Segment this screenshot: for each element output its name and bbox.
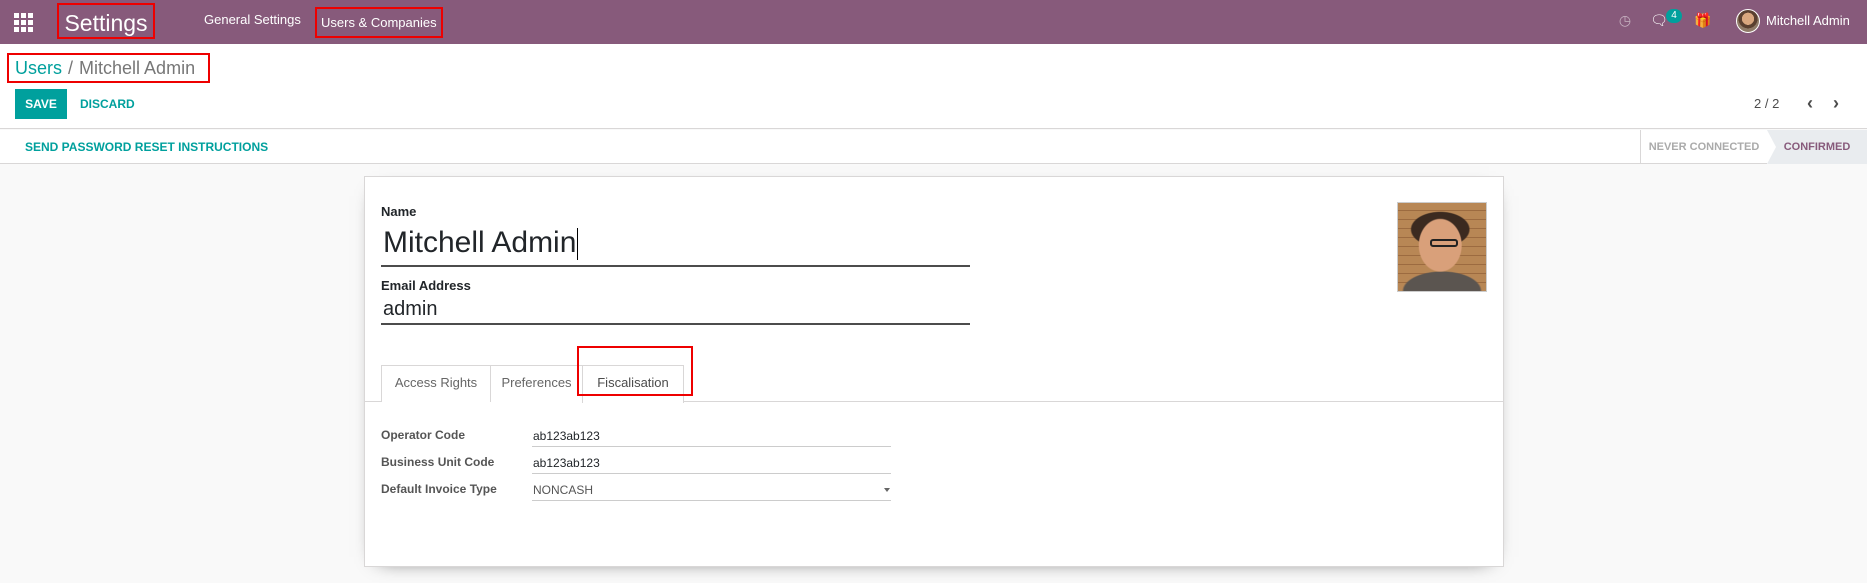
stage-never-connected[interactable]: NEVER CONNECTED [1640, 130, 1767, 164]
pager-next-icon[interactable]: › [1826, 93, 1846, 113]
chat-count-badge: 4 [1666, 9, 1682, 23]
menu-users-companies[interactable]: Users & Companies [315, 7, 443, 38]
apps-grid-icon[interactable] [12, 11, 34, 33]
business-unit-code-label: Business Unit Code [381, 455, 495, 469]
app-brand[interactable]: Settings [57, 3, 155, 39]
name-input[interactable]: Mitchell Admin [381, 223, 970, 267]
top-navbar: Settings General Settings Users & Compan… [0, 0, 1867, 44]
discard-button[interactable]: DISCARD [80, 89, 135, 119]
form-sheet: Name Mitchell Admin Email Address admin … [364, 176, 1504, 567]
name-label: Name [381, 204, 417, 219]
breadcrumb-users-link[interactable]: Users [15, 58, 62, 78]
control-panel: Users / Mitchell Admin SAVE DISCARD 2 / 2 … [0, 44, 1867, 129]
dropdown-caret-icon [884, 488, 890, 492]
gift-icon[interactable]: 🎁 [1693, 10, 1713, 30]
activity-clock-icon[interactable]: ◷ [1615, 10, 1635, 30]
pager-value[interactable]: 2 / 2 [1754, 96, 1779, 111]
operator-code-input[interactable]: ab123ab123 [532, 427, 891, 447]
email-label: Email Address [381, 278, 471, 293]
form-statusbar: SEND PASSWORD RESET INSTRUCTIONS NEVER C… [0, 130, 1867, 164]
save-button[interactable]: SAVE [15, 89, 67, 119]
breadcrumb-separator: / [68, 58, 74, 78]
stage-confirmed[interactable]: CONFIRMED [1767, 130, 1867, 164]
default-invoice-type-label: Default Invoice Type [381, 482, 497, 496]
default-invoice-type-select[interactable]: NONCASH [532, 481, 891, 501]
business-unit-code-input[interactable]: ab123ab123 [532, 454, 891, 474]
photo-glasses [1430, 239, 1458, 247]
breadcrumb-current: Mitchell Admin [79, 58, 196, 78]
operator-code-label: Operator Code [381, 428, 466, 442]
menu-general-settings[interactable]: General Settings [204, 0, 301, 40]
tab-preferences[interactable]: Preferences [490, 365, 583, 402]
email-input[interactable]: admin [381, 295, 970, 325]
pager-previous-icon[interactable]: ‹ [1800, 93, 1820, 113]
tab-access-rights[interactable]: Access Rights [381, 365, 491, 402]
breadcrumb: Users / Mitchell Admin [7, 53, 210, 83]
stage-arrow-divider [1767, 130, 1776, 164]
tab-fiscalisation[interactable]: Fiscalisation [582, 365, 684, 403]
user-photo[interactable] [1397, 202, 1487, 292]
user-menu-name[interactable]: Mitchell Admin [1766, 0, 1850, 41]
send-password-reset-button[interactable]: SEND PASSWORD RESET INSTRUCTIONS [25, 130, 268, 164]
invoice-type-value: NONCASH [533, 483, 594, 497]
user-avatar[interactable] [1736, 9, 1760, 33]
form-tabs: Access Rights Preferences Fiscalisation [365, 346, 1503, 403]
